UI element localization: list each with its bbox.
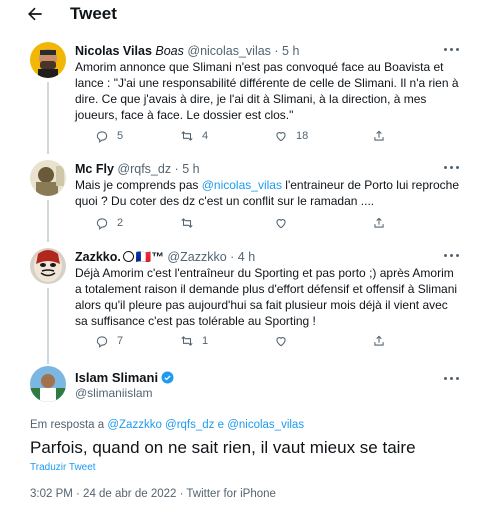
arrow-left-icon[interactable]	[24, 4, 46, 24]
more-icon[interactable]	[444, 48, 460, 52]
retweet-button[interactable]: 4	[180, 129, 208, 143]
tweet-header: Zazkko. 🇫🇷™ @Zazzkko · 4 h	[75, 250, 255, 265]
heart-icon	[276, 219, 286, 229]
author-handle[interactable]: @nicolas_vilas	[187, 44, 271, 58]
tweet-text: Amorim annonce que Slimani n'est pas con…	[75, 60, 459, 122]
reply-icon	[96, 336, 108, 348]
author-name[interactable]: Mc Fly	[75, 162, 114, 176]
tweet-meta[interactable]: 3:02 PM · 24 de abr de 2022 · Twitter fo…	[30, 488, 276, 500]
reply-context: Em resposta a @Zazzkko @rqfs_dz e @nicol…	[30, 419, 305, 431]
retweet-button[interactable]	[180, 216, 194, 230]
retweet-button[interactable]: 1	[180, 334, 208, 348]
tweet-header: Mc Fly @rqfs_dz · 5 h	[75, 162, 200, 176]
author-handle[interactable]: @slimaniislam	[75, 386, 153, 400]
more-icon[interactable]	[444, 377, 460, 381]
tweet-text: Déjà Amorim c'est l'entraîneur du Sporti…	[75, 266, 458, 328]
share-icon	[374, 130, 384, 141]
share-icon	[374, 217, 384, 228]
reply-button[interactable]: 5	[95, 129, 123, 143]
author-handle[interactable]: @rqfs_dz	[117, 162, 171, 176]
main-tweet-text: Parfois, quand on ne sait rien, il vaut …	[30, 438, 416, 457]
author-handle[interactable]: @Zazzkko	[167, 250, 226, 264]
reply-icon	[96, 218, 108, 230]
reply-to-links[interactable]: @Zazzkko @rqfs_dz e @nicolas_vilas	[107, 419, 304, 431]
avatar[interactable]	[30, 366, 66, 402]
reply-count: 2	[117, 217, 124, 229]
more-icon[interactable]	[444, 254, 460, 258]
tweet-header: Nicolas Vilas Boas @nicolas_vilas · 5 h	[75, 44, 299, 58]
reply-count: 7	[117, 335, 124, 347]
retweet-icon	[181, 218, 193, 228]
author-name[interactable]: Zazkko. 🇫🇷™	[75, 250, 164, 264]
reply-count: 5	[117, 130, 124, 142]
like-count: 18	[296, 130, 309, 142]
verified-badge-icon	[122, 251, 134, 262]
reply-button[interactable]: 2	[95, 216, 123, 230]
tweet-actions: 5 4 18	[75, 129, 465, 145]
avatar[interactable]	[30, 160, 66, 196]
more-icon[interactable]	[444, 166, 460, 170]
retweet-count: 1	[202, 335, 209, 347]
author-name[interactable]: Islam Slimani	[75, 370, 174, 385]
avatar[interactable]	[30, 248, 66, 284]
top-bar: Tweet	[0, 0, 480, 30]
tweet-time[interactable]: · 5 h	[175, 162, 200, 176]
thread-line	[47, 288, 49, 364]
thread-line	[47, 200, 49, 242]
tweet-actions: 7 1	[75, 334, 465, 350]
share-icon	[374, 335, 384, 346]
reply-icon	[96, 131, 108, 143]
tweet-text: Mais je comprends pas @nicolas_vilas l'e…	[75, 178, 460, 208]
retweet-icon	[181, 336, 193, 346]
like-button[interactable]: 18	[274, 129, 308, 143]
share-button[interactable]	[372, 129, 386, 143]
heart-icon	[276, 337, 286, 347]
tweet-time[interactable]: · 5 h	[274, 44, 299, 58]
thread-line	[47, 82, 49, 154]
tweet-actions: 2	[75, 216, 465, 232]
avatar[interactable]	[30, 42, 66, 78]
translate-link[interactable]: Traduzir Tweet	[30, 462, 96, 473]
like-button[interactable]	[274, 334, 288, 348]
author-name[interactable]: Nicolas Vilas Boas	[75, 44, 184, 58]
share-button[interactable]	[372, 334, 386, 348]
page-title: Tweet	[70, 4, 117, 23]
retweet-icon	[181, 131, 193, 141]
verified-badge-icon	[161, 371, 174, 384]
mention-link[interactable]: @nicolas_vilas	[202, 178, 282, 192]
reply-button[interactable]: 7	[95, 334, 123, 348]
retweet-count: 4	[202, 130, 209, 142]
share-button[interactable]	[372, 216, 386, 230]
like-button[interactable]	[274, 216, 288, 230]
tweet-time[interactable]: · 4 h	[230, 250, 255, 264]
heart-icon	[276, 132, 286, 142]
